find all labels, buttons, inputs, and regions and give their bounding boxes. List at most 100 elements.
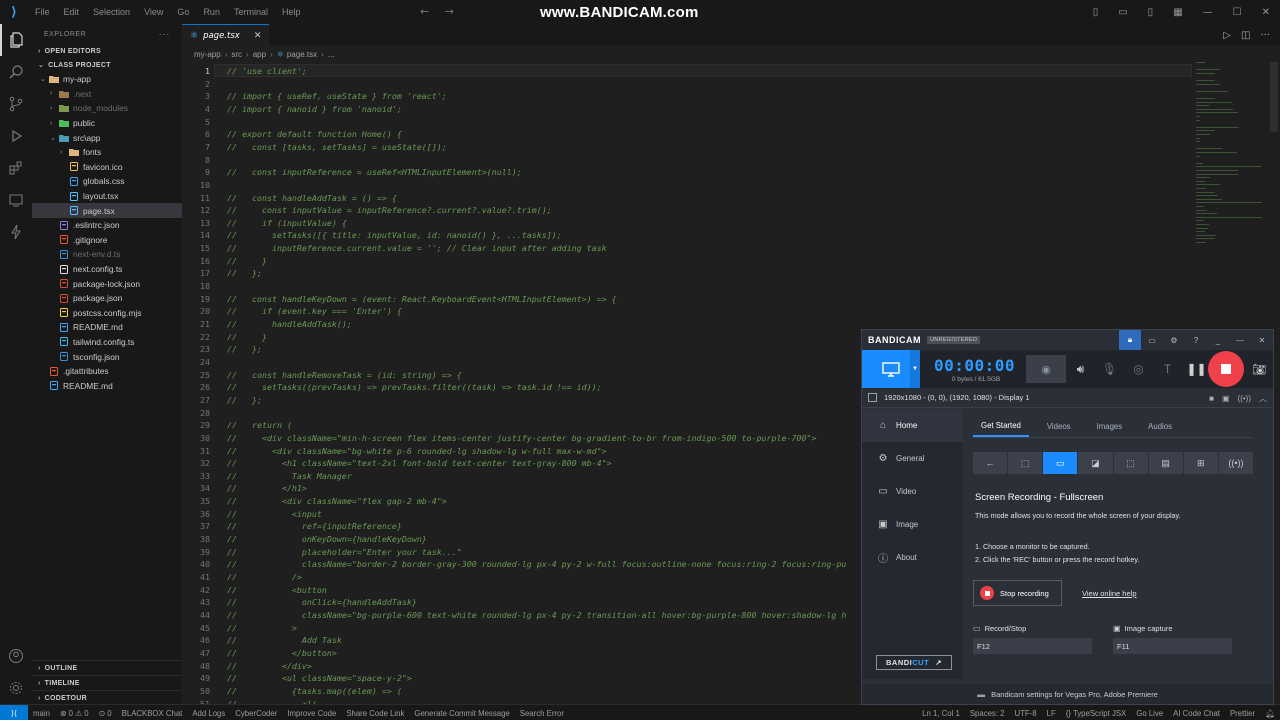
broadcast-icon[interactable]: ((•)) <box>1238 394 1251 403</box>
tree-item[interactable]: › fonts <box>32 145 182 160</box>
nav-item-general[interactable]: ⚙ General <box>862 442 963 475</box>
minimize-icon[interactable]: — <box>1193 7 1223 18</box>
tree-item[interactable]: README.md <box>32 378 182 393</box>
breadcrumb-item[interactable]: my-app <box>194 50 221 59</box>
menu-item-run[interactable]: Run <box>196 7 227 17</box>
breadcrumb-item[interactable]: src <box>231 50 242 59</box>
status-item[interactable]: BLACKBOX Chat <box>117 709 188 718</box>
notifications-icon[interactable]: 🔔︎ <box>1260 709 1280 718</box>
gamepad-icon[interactable]: ⊞ <box>1183 452 1218 474</box>
tree-item[interactable]: page.tsx <box>32 203 182 218</box>
status-item[interactable]: AI Code Chat <box>1168 709 1225 718</box>
extensions-icon[interactable] <box>0 152 32 184</box>
tree-item[interactable]: .eslintrc.json <box>32 218 182 233</box>
save-icon[interactable]: ▣ <box>1222 394 1230 403</box>
tree-item[interactable]: .gitignore <box>32 233 182 248</box>
game-recording-mode-icon[interactable]: ▤ <box>1148 452 1183 474</box>
screenshot-camera-icon[interactable]: 📷︎ <box>1249 350 1269 388</box>
screen-mode-button[interactable]: ▼ <box>862 350 920 388</box>
tree-item[interactable]: package.json <box>32 291 182 306</box>
layout-sidebar-icon[interactable]: ▯ <box>1083 7 1109 18</box>
status-item[interactable]: {} TypeScript JSX <box>1061 709 1132 718</box>
status-item[interactable]: main <box>28 709 55 718</box>
back-mode-icon[interactable]: ← <box>973 452 1008 474</box>
hotkey-image-field[interactable]: F11 <box>1113 638 1232 654</box>
audio-only-icon[interactable]: ((•)) <box>1218 452 1253 474</box>
status-item[interactable]: Prettier <box>1225 709 1260 718</box>
menu-item-terminal[interactable]: Terminal <box>227 7 275 17</box>
run-file-icon[interactable]: ▷ <box>1223 30 1231 41</box>
menu-item-go[interactable]: Go <box>170 7 196 17</box>
back-arrow-icon[interactable]: ← <box>420 5 429 18</box>
tree-item[interactable]: package-lock.json <box>32 276 182 291</box>
pause-icon[interactable]: ❚❚ <box>1182 350 1211 388</box>
more-actions-icon[interactable]: ··· <box>159 29 171 40</box>
lock-icon[interactable]: 🔒︎ <box>1119 330 1141 350</box>
layout-custom-icon[interactable]: ▦ <box>1163 7 1192 18</box>
target-checkbox[interactable] <box>868 393 877 402</box>
minimize-to-tray-icon[interactable]: — <box>1229 330 1251 350</box>
tree-item[interactable]: .gitattributes <box>32 364 182 379</box>
layout-panel-icon[interactable]: ▭ <box>1108 7 1137 18</box>
select-area-mode-icon[interactable]: ⬚ <box>1113 452 1148 474</box>
close-window-icon[interactable]: ✕ <box>1252 7 1280 18</box>
breadcrumb-item[interactable]: app <box>253 50 266 59</box>
forward-arrow-icon[interactable]: → <box>445 5 454 18</box>
status-item[interactable]: Share Code Link <box>341 709 409 718</box>
tree-item[interactable]: globals.css <box>32 174 182 189</box>
fullscreen-mode-icon[interactable]: ▭ <box>1043 452 1078 474</box>
status-item[interactable]: LF <box>1042 709 1061 718</box>
section-codetour[interactable]: › CODETOUR <box>32 690 182 705</box>
source-control-icon[interactable] <box>0 88 32 120</box>
menu-item-view[interactable]: View <box>137 7 170 17</box>
layout-split-icon[interactable]: ▯ <box>1138 7 1164 18</box>
status-item[interactable]: ⊗ 0 ⚠ 0 <box>55 709 94 718</box>
tree-item[interactable]: postcss.config.mjs <box>32 306 182 321</box>
tree-item[interactable]: layout.tsx <box>32 189 182 204</box>
search-icon[interactable] <box>0 56 32 88</box>
tree-item[interactable]: › node_modules <box>32 101 182 116</box>
tab-images[interactable]: Images <box>1089 416 1131 437</box>
nav-item-home[interactable]: ⌂ Home <box>862 409 963 442</box>
remote-indicator-icon[interactable]: ⟩⟨ <box>0 705 28 720</box>
cursor-effect-icon[interactable]: ◎ <box>1124 350 1153 388</box>
status-item[interactable]: Search Error <box>515 709 569 718</box>
status-item[interactable]: UTF-8 <box>1010 709 1042 718</box>
menu-item-edit[interactable]: Edit <box>57 7 87 17</box>
minimap[interactable] <box>1194 62 1264 282</box>
blackbox-icon[interactable] <box>0 216 32 248</box>
tab-page-tsx[interactable]: ⚛ page.tsx ✕ <box>182 24 270 46</box>
account-icon[interactable] <box>0 640 32 672</box>
tab-get-started[interactable]: Get Started <box>973 416 1029 437</box>
remote-explorer-icon[interactable] <box>0 184 32 216</box>
mode-dropdown-icon[interactable]: ▼ <box>910 350 920 388</box>
tree-item[interactable]: › public <box>32 116 182 131</box>
help-icon[interactable]: ? <box>1185 330 1207 350</box>
tree-item[interactable]: README.md <box>32 320 182 335</box>
maximize-icon[interactable]: ☐ <box>1223 7 1252 18</box>
status-item[interactable]: Improve Code <box>282 709 341 718</box>
status-item[interactable]: Ln 1, Col 1 <box>917 709 965 718</box>
collapse-icon[interactable]: ︿ <box>1259 393 1267 404</box>
tree-item[interactable]: next-env.d.ts <box>32 247 182 262</box>
tree-item[interactable]: tsconfig.json <box>32 349 182 364</box>
tab-videos[interactable]: Videos <box>1039 416 1079 437</box>
settings-icon[interactable]: ⚙ <box>1163 330 1185 350</box>
menu-item-selection[interactable]: Selection <box>86 7 137 17</box>
tree-item[interactable]: tailwind.config.ts <box>32 335 182 350</box>
view-online-help-link[interactable]: View online help <box>1082 589 1137 598</box>
stop-recording-button[interactable]: Stop recording <box>973 580 1062 606</box>
project-section[interactable]: ⌄ CLASS PROJECT <box>32 58 182 72</box>
video-camera-icon[interactable]: ■ <box>1209 394 1214 403</box>
speaker-icon[interactable]: 🔊︎ <box>1066 350 1095 388</box>
menu-item-help[interactable]: Help <box>275 7 308 17</box>
tree-item[interactable]: › .next <box>32 87 182 102</box>
breadcrumb-item[interactable]: ... <box>328 50 335 59</box>
tree-item[interactable]: next.config.ts <box>32 262 182 277</box>
folder-icon[interactable]: ▭ <box>1141 330 1163 350</box>
tree-item[interactable]: favicon.ico <box>32 160 182 175</box>
open-editors-section[interactable]: › OPEN EDITORS <box>32 44 182 58</box>
hotkey-record-field[interactable]: F12 <box>973 638 1092 654</box>
status-item[interactable]: CyberCoder <box>230 709 282 718</box>
settings-gear-icon[interactable] <box>0 672 32 704</box>
